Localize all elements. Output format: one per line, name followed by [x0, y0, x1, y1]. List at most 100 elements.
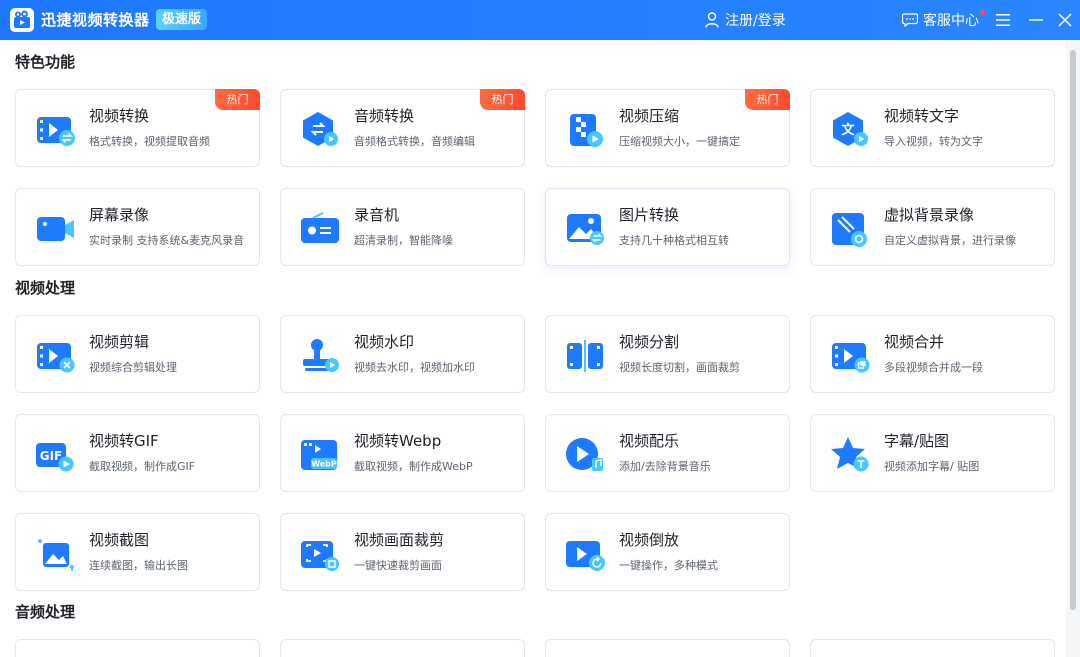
card-description: 支持几十种格式相互转	[619, 234, 729, 247]
card-description: 自定义虚拟背景，进行录像	[884, 234, 1016, 247]
svg-text:GIF: GIF	[40, 449, 63, 463]
card-title: 视频画面裁剪	[354, 531, 445, 549]
card-description: 导入视频，转为文字	[884, 135, 983, 148]
login-label: 注册/登录	[725, 13, 786, 29]
user-icon	[705, 12, 719, 28]
close-button[interactable]	[1055, 10, 1075, 30]
card-video-edit[interactable]: 视频剪辑 视频综合剪辑处理	[15, 315, 260, 393]
card-description: 多段视频合并成一段	[884, 361, 983, 374]
webp-icon: WebP	[301, 440, 337, 470]
menu-button[interactable]	[993, 10, 1013, 30]
card-description: 超清录制，智能降噪	[354, 234, 453, 247]
crop-icon	[301, 541, 339, 571]
hot-badge: 热门	[215, 89, 260, 110]
card-title: 视频压缩	[619, 107, 680, 125]
audio-convert-icon	[303, 112, 338, 146]
app-logo-icon	[10, 8, 34, 32]
subtitle-sticker-icon	[831, 437, 869, 472]
card-video-screenshot[interactable]: 视频截图 连续截图，输出长图	[15, 513, 260, 591]
card-title: 视频剪辑	[89, 333, 150, 351]
card-video-merge[interactable]: 视频合并 多段视频合并成一段	[810, 315, 1055, 393]
card-video-crop[interactable]: 视频画面裁剪 一键快速裁剪画面	[280, 513, 525, 591]
card-title: 视频转Webp	[354, 432, 442, 450]
section-title-audio-processing: 音频处理	[15, 603, 76, 621]
hot-badge: 热门	[480, 89, 525, 110]
login-button[interactable]: 注册/登录	[705, 9, 786, 31]
video-merge-icon	[832, 343, 870, 373]
close-icon	[1058, 13, 1072, 27]
card-video-compress[interactable]: 视频压缩 压缩视频大小，一键搞定 热门	[545, 89, 790, 167]
music-icon	[566, 438, 603, 471]
section-title-featured: 特色功能	[15, 53, 76, 71]
card-video-split[interactable]: 视频分割 视频长度切割，画面裁剪	[545, 315, 790, 393]
svg-text:文: 文	[841, 122, 855, 138]
card-audio-convert[interactable]: 音频转换 音频格式转换，音频编辑 热门	[280, 89, 525, 167]
card-audio-partial[interactable]	[545, 639, 790, 657]
card-description: 视频去水印，视频加水印	[354, 361, 475, 374]
card-description: 添加/去除背景音乐	[619, 460, 711, 473]
customer-service-button[interactable]: 客服中心	[902, 9, 985, 31]
card-title: 视频合并	[884, 333, 945, 351]
card-audio-partial[interactable]	[15, 639, 260, 657]
card-title: 虚拟背景录像	[884, 206, 975, 224]
screenshot-icon	[38, 539, 74, 571]
card-description: 截取视频，制作成GIF	[89, 460, 196, 473]
app-title: 迅捷视频转换器	[41, 11, 150, 29]
video-to-text-icon: 文	[833, 112, 868, 146]
card-virtual-background[interactable]: 虚拟背景录像 自定义虚拟背景，进行录像	[810, 188, 1055, 266]
card-video-to-text[interactable]: 文 视频转文字 导入视频，转为文字	[810, 89, 1055, 167]
recorder-icon	[301, 212, 339, 243]
reverse-icon	[566, 541, 605, 571]
card-description: 视频长度切割，画面裁剪	[619, 361, 740, 374]
title-bar: 迅捷视频转换器 极速版 注册/登录 客服中心	[0, 0, 1080, 40]
card-video-music[interactable]: 视频配乐 添加/去除背景音乐	[545, 414, 790, 492]
card-video-to-webp[interactable]: WebP 视频转Webp 截取视频，制作成WebP	[280, 414, 525, 492]
card-description: 音频格式转换，音频编辑	[354, 135, 475, 148]
chat-bubble-icon	[902, 13, 918, 27]
virtual-background-icon	[832, 213, 867, 247]
card-title: 录音机	[354, 206, 400, 224]
card-video-convert[interactable]: 视频转换 格式转换，视频提取音频 热门	[15, 89, 260, 167]
card-image-convert[interactable]: 图片转换 支持几十种格式相互转	[545, 188, 790, 266]
main-content: 特色功能 视频转换 格式转换，视频提取音频 热门 音频转换 音频格式转换，音频编…	[0, 40, 1066, 657]
card-subtitle-sticker[interactable]: 字幕/贴图 视频添加字幕/ 贴图	[810, 414, 1055, 492]
video-split-icon	[567, 340, 603, 372]
video-edit-icon	[37, 343, 75, 373]
notification-dot	[980, 10, 985, 15]
card-screen-record[interactable]: 屏幕录像 实时录制 支持系统&麦克风录音	[15, 188, 260, 266]
screen-record-icon	[37, 217, 74, 241]
card-title: 屏幕录像	[89, 206, 150, 224]
card-title: 视频分割	[619, 333, 680, 351]
video-convert-icon	[37, 117, 75, 146]
card-audio-partial[interactable]	[280, 639, 525, 657]
card-title: 视频水印	[354, 333, 415, 351]
card-title: 视频转GIF	[89, 432, 159, 450]
card-watermark[interactable]: 视频水印 视频去水印，视频加水印	[280, 315, 525, 393]
card-title: 视频截图	[89, 531, 150, 549]
card-title: 视频配乐	[619, 432, 680, 450]
hot-badge: 热门	[745, 89, 790, 110]
service-label: 客服中心	[923, 13, 979, 29]
minimize-icon	[1029, 19, 1043, 21]
vertical-scrollbar[interactable]	[1066, 40, 1080, 657]
card-description: 压缩视频大小，一键搞定	[619, 135, 740, 148]
card-description: 格式转换，视频提取音频	[89, 135, 210, 148]
card-description: 连续截图，输出长图	[89, 559, 188, 572]
watermark-icon	[303, 339, 339, 372]
card-title: 视频转换	[89, 107, 150, 125]
card-audio-partial[interactable]	[810, 639, 1055, 657]
card-title: 视频转文字	[884, 107, 960, 125]
card-description: 实时录制 支持系统&麦克风录音	[89, 234, 245, 247]
image-convert-icon	[567, 214, 604, 245]
card-title: 字幕/贴图	[884, 432, 950, 450]
hamburger-menu-icon	[996, 14, 1010, 26]
scrollbar-thumb[interactable]	[1070, 50, 1076, 610]
gif-icon: GIF	[36, 443, 74, 472]
card-video-reverse[interactable]: 视频倒放 一键操作，多种模式	[545, 513, 790, 591]
card-video-to-gif[interactable]: GIF 视频转GIF 截取视频，制作成GIF	[15, 414, 260, 492]
card-description: 一键快速裁剪画面	[354, 559, 442, 572]
section-title-video-processing: 视频处理	[15, 279, 76, 297]
card-title: 视频倒放	[619, 531, 680, 549]
minimize-button[interactable]	[1026, 10, 1046, 30]
card-recorder[interactable]: 录音机 超清录制，智能降噪	[280, 188, 525, 266]
